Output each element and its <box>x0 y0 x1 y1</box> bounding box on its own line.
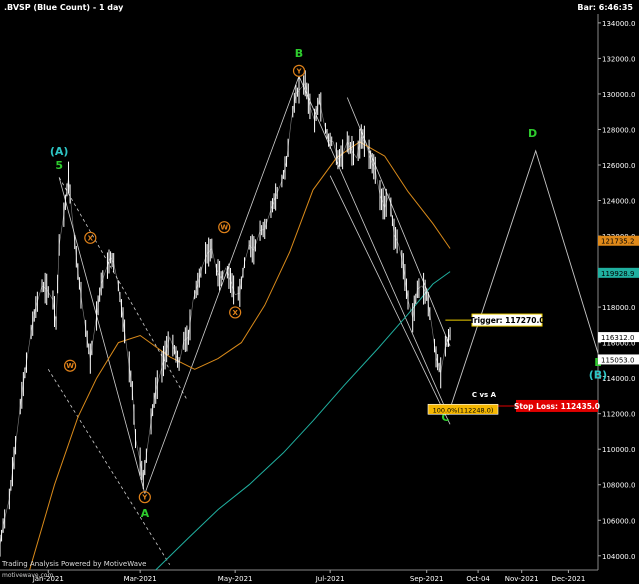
x-tick-label: May-2021 <box>218 575 253 583</box>
y-tick-label: 126000.0 <box>602 162 635 170</box>
wave-channel-lines <box>47 76 451 565</box>
channel-line-lower-a <box>47 369 171 565</box>
wave-line-c <box>298 76 446 409</box>
y-tick-label: 130000.0 <box>602 91 635 99</box>
y-tick-label: 124000.0 <box>602 198 635 206</box>
wave-label: A <box>141 507 150 520</box>
y-tick-label: 112000.0 <box>602 411 635 419</box>
y-tick-label: 128000.0 <box>602 126 635 134</box>
x-tick-label: Mar-2021 <box>124 575 157 583</box>
x-tick-label: Oct-04 <box>466 575 490 583</box>
x-tick-label: Sep-2021 <box>410 575 444 583</box>
wave-labels: (A)5XWYAWXYBCDE(B) <box>50 47 607 520</box>
trigger-label: Trigger: 117270.0 <box>469 316 544 325</box>
footer-watermark: motivewave.com <box>2 572 54 579</box>
axis-price-marker-label: 121735.2 <box>601 238 634 246</box>
axis-price-marker-label: 119928.9 <box>601 270 634 278</box>
y-tick-label: 110000.0 <box>602 446 635 454</box>
trade-annotations[interactable]: Trigger: 117270.0 Stop Loss: 112435.0 C vs… <box>427 313 600 415</box>
y-tick-label: 106000.0 <box>602 517 635 525</box>
channel-line-upper-a <box>58 177 188 400</box>
wave-label: X <box>232 309 238 317</box>
price-chart[interactable]: 104000.0 106000.0 108000.0 110000.0 112000.0… <box>0 0 639 584</box>
y-tick-label: 108000.0 <box>602 482 635 490</box>
x-tick-label: Jul-2021 <box>315 575 345 583</box>
stop-loss-label: Stop Loss: 112435.0 <box>514 402 600 411</box>
moving-averages <box>29 141 451 571</box>
wave-line-a <box>58 177 146 494</box>
wave-label: Y <box>141 494 148 502</box>
footer-credit: Trading Analysis Powered by MotiveWave <box>2 560 147 568</box>
y-tick-label: 118000.0 <box>602 304 635 312</box>
projection-path <box>449 149 599 409</box>
c-vs-a-title: C vs A <box>472 391 497 399</box>
moving-average-slow <box>155 271 451 571</box>
wave-label: W <box>66 362 74 370</box>
axis-price-marker-label: 116312.0 <box>601 334 634 342</box>
y-tick-label: 134000.0 <box>602 20 635 28</box>
wave-label: W <box>220 224 228 232</box>
moving-average-fast <box>29 141 451 571</box>
wave-label: Y <box>295 67 302 75</box>
c-vs-a-ratio: 100.0%(112248.0) <box>433 406 494 414</box>
axis-price-marker-label: 115053.0 <box>601 356 634 364</box>
x-tick-label: Nov-2021 <box>505 575 539 583</box>
wave-line-b <box>144 76 300 494</box>
wave-label: D <box>528 127 537 140</box>
y-tick-label: 132000.0 <box>602 55 635 63</box>
projection-line <box>449 149 599 409</box>
y-tick-label: 104000.0 <box>602 553 635 561</box>
x-tick-label: Dec-2021 <box>551 575 585 583</box>
wave-label: (B) <box>589 369 607 382</box>
wave-label: (A) <box>50 145 69 158</box>
wave-label: B <box>295 47 303 60</box>
wave-label: X <box>88 234 94 242</box>
channel-line-lower-c <box>329 175 451 425</box>
wave-label: 5 <box>55 159 63 172</box>
